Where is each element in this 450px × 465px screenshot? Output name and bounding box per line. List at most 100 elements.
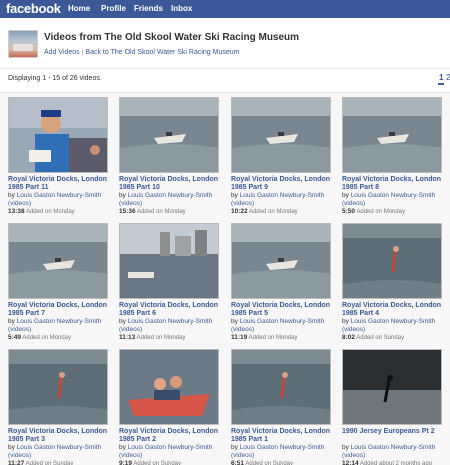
video-meta: 9:19 Added on Sunday [119, 460, 181, 465]
author-link[interactable]: Louis Gaston Newbury-Smith [17, 444, 102, 451]
author-link[interactable]: Louis Gaston Newbury-Smith [240, 318, 325, 325]
page-title: Videos from The Old Skool Water Ski Raci… [44, 32, 300, 43]
author-videos-link[interactable]: (videos) [119, 200, 142, 208]
nav-friends[interactable]: Friends [134, 4, 163, 13]
video-thumbnail[interactable] [342, 97, 442, 173]
video-title-link[interactable]: Royal Victoria Docks, London 1985 Part 1… [8, 176, 118, 192]
video-thumbnail[interactable] [119, 223, 219, 299]
author-link[interactable]: Louis Gaston Newbury-Smith [240, 444, 325, 451]
by-label: by [119, 192, 126, 199]
video-duration: 11:27 [8, 460, 25, 465]
author-videos-link[interactable]: (videos) [119, 452, 142, 460]
back-to-group-link[interactable]: Back to The Old Skool Water Ski Racing M… [85, 49, 239, 56]
author-videos-link[interactable]: (videos) [342, 452, 365, 460]
author-videos-link[interactable]: (videos) [8, 200, 31, 208]
video-title-link[interactable]: Royal Victoria Docks, London 1985 Part 1… [119, 176, 229, 192]
nav-home[interactable]: Home [68, 4, 90, 13]
video-title-link[interactable]: Royal Victoria Docks, London 1985 Part 5 [231, 302, 341, 318]
video-thumbnail[interactable] [231, 223, 331, 299]
video-thumbnail[interactable] [231, 349, 331, 425]
author-link[interactable]: Louis Gaston Newbury-Smith [17, 318, 102, 325]
video-thumbnail-image [232, 224, 330, 298]
video-thumbnail[interactable] [119, 349, 219, 425]
video-thumbnail-image [232, 350, 330, 424]
results-info-bar: Displaying 1 - 15 of 26 videos. 1 2 [0, 68, 450, 88]
video-title-link[interactable]: Royal Victoria Docks, London 1985 Part 9 [231, 176, 341, 192]
video-title-link[interactable]: 1990 Jersey Europeans Pt 2 [342, 428, 450, 436]
video-thumbnail[interactable] [342, 223, 442, 299]
video-grid: Royal Victoria Docks, London 1985 Part 1… [0, 92, 450, 465]
video-thumbnail-image [9, 350, 107, 424]
video-thumbnail[interactable] [8, 349, 108, 425]
video-title-link[interactable]: Royal Victoria Docks, London 1985 Part 1 [231, 428, 341, 444]
video-thumbnail-image [343, 98, 441, 172]
video-duration: 6:51 [231, 460, 245, 465]
author-link[interactable]: Louis Gaston Newbury-Smith [128, 318, 213, 325]
link-separator: | [81, 49, 84, 56]
video-meta: 11:19 Added on Monday [231, 334, 297, 342]
video-thumbnail-image [120, 98, 218, 172]
author-link[interactable]: Louis Gaston Newbury-Smith [351, 192, 436, 199]
group-thumbnail[interactable] [8, 30, 38, 58]
nav-inbox[interactable]: Inbox [171, 4, 192, 13]
facebook-logo[interactable]: facebook [6, 1, 61, 16]
author-link[interactable]: Louis Gaston Newbury-Smith [128, 192, 213, 199]
author-videos-link[interactable]: (videos) [8, 452, 31, 460]
video-thumbnail-image [120, 350, 218, 424]
video-meta: 10:22 Added on Monday [231, 208, 298, 216]
top-navigation-bar: facebook Home Profile Friends Inbox [0, 0, 450, 18]
nav-profile[interactable]: Profile [101, 4, 126, 13]
video-duration: 5:49 [8, 334, 22, 341]
video-meta: 5:49 Added on Monday [8, 334, 71, 342]
add-videos-link[interactable]: Add Videos [44, 49, 80, 56]
video-added-date: Added on Monday [356, 209, 406, 215]
video-thumbnail[interactable] [231, 97, 331, 173]
author-videos-link[interactable]: (videos) [342, 200, 365, 208]
video-duration: 9:19 [119, 460, 133, 465]
video-thumbnail[interactable] [8, 223, 108, 299]
results-count: Displaying 1 - 15 of 26 videos. [8, 75, 102, 82]
video-added-date: Added on Monday [25, 209, 75, 215]
author-videos-link[interactable]: (videos) [342, 326, 365, 334]
author-videos-link[interactable]: (videos) [231, 200, 254, 208]
author-link[interactable]: Louis Gaston Newbury-Smith [128, 444, 213, 451]
page-next-link[interactable]: 2 [446, 73, 450, 82]
video-title-link[interactable]: Royal Victoria Docks, London 1985 Part 4 [342, 302, 450, 318]
video-thumbnail[interactable] [342, 349, 442, 425]
author-videos-link[interactable]: (videos) [119, 326, 142, 334]
video-meta: 8:02 Added on Sunday [342, 334, 404, 342]
video-thumbnail[interactable] [8, 97, 108, 173]
video-author-line: by Louis Gaston Newbury-Smith [342, 192, 450, 200]
video-thumbnail-image [120, 224, 218, 298]
author-link[interactable]: Louis Gaston Newbury-Smith [240, 192, 325, 199]
video-author-line: by Louis Gaston Newbury-Smith [342, 444, 450, 452]
video-author-line: by Louis Gaston Newbury-Smith [119, 444, 229, 452]
video-meta: 12:14 Added about 2 months ago [342, 460, 432, 465]
author-link[interactable]: Louis Gaston Newbury-Smith [17, 192, 102, 199]
video-title-link[interactable]: Royal Victoria Docks, London 1985 Part 6 [119, 302, 229, 318]
video-thumbnail-image [9, 224, 107, 298]
video-thumbnail-image [343, 350, 441, 424]
video-duration: 5:50 [342, 208, 356, 215]
video-thumbnail[interactable] [119, 97, 219, 173]
author-videos-link[interactable]: (videos) [231, 326, 254, 334]
video-title-link[interactable]: Royal Victoria Docks, London 1985 Part 8 [342, 176, 450, 192]
video-meta: 15:36 Added on Monday [119, 208, 186, 216]
video-added-date: Added on Sunday [133, 461, 182, 465]
author-link[interactable]: Louis Gaston Newbury-Smith [351, 318, 436, 325]
author-link[interactable]: Louis Gaston Newbury-Smith [351, 444, 436, 451]
video-added-date: Added on Sunday [245, 461, 294, 465]
video-title-link[interactable]: Royal Victoria Docks, London 1985 Part 3 [8, 428, 118, 444]
video-duration: 13:38 [8, 208, 25, 215]
video-thumbnail-image [232, 98, 330, 172]
author-videos-link[interactable]: (videos) [231, 452, 254, 460]
author-videos-link[interactable]: (videos) [8, 326, 31, 334]
page-current[interactable]: 1 [438, 73, 445, 85]
video-title-link[interactable]: Royal Victoria Docks, London 1985 Part 7 [8, 302, 118, 318]
video-author-line: by Louis Gaston Newbury-Smith [342, 318, 450, 326]
video-duration: 12:14 [342, 460, 359, 465]
video-title-link[interactable]: Royal Victoria Docks, London 1985 Part 2 [119, 428, 229, 444]
video-added-date: Added about 2 months ago [359, 461, 433, 465]
video-author-line: by Louis Gaston Newbury-Smith [119, 318, 229, 326]
video-added-date: Added on Monday [22, 335, 72, 341]
